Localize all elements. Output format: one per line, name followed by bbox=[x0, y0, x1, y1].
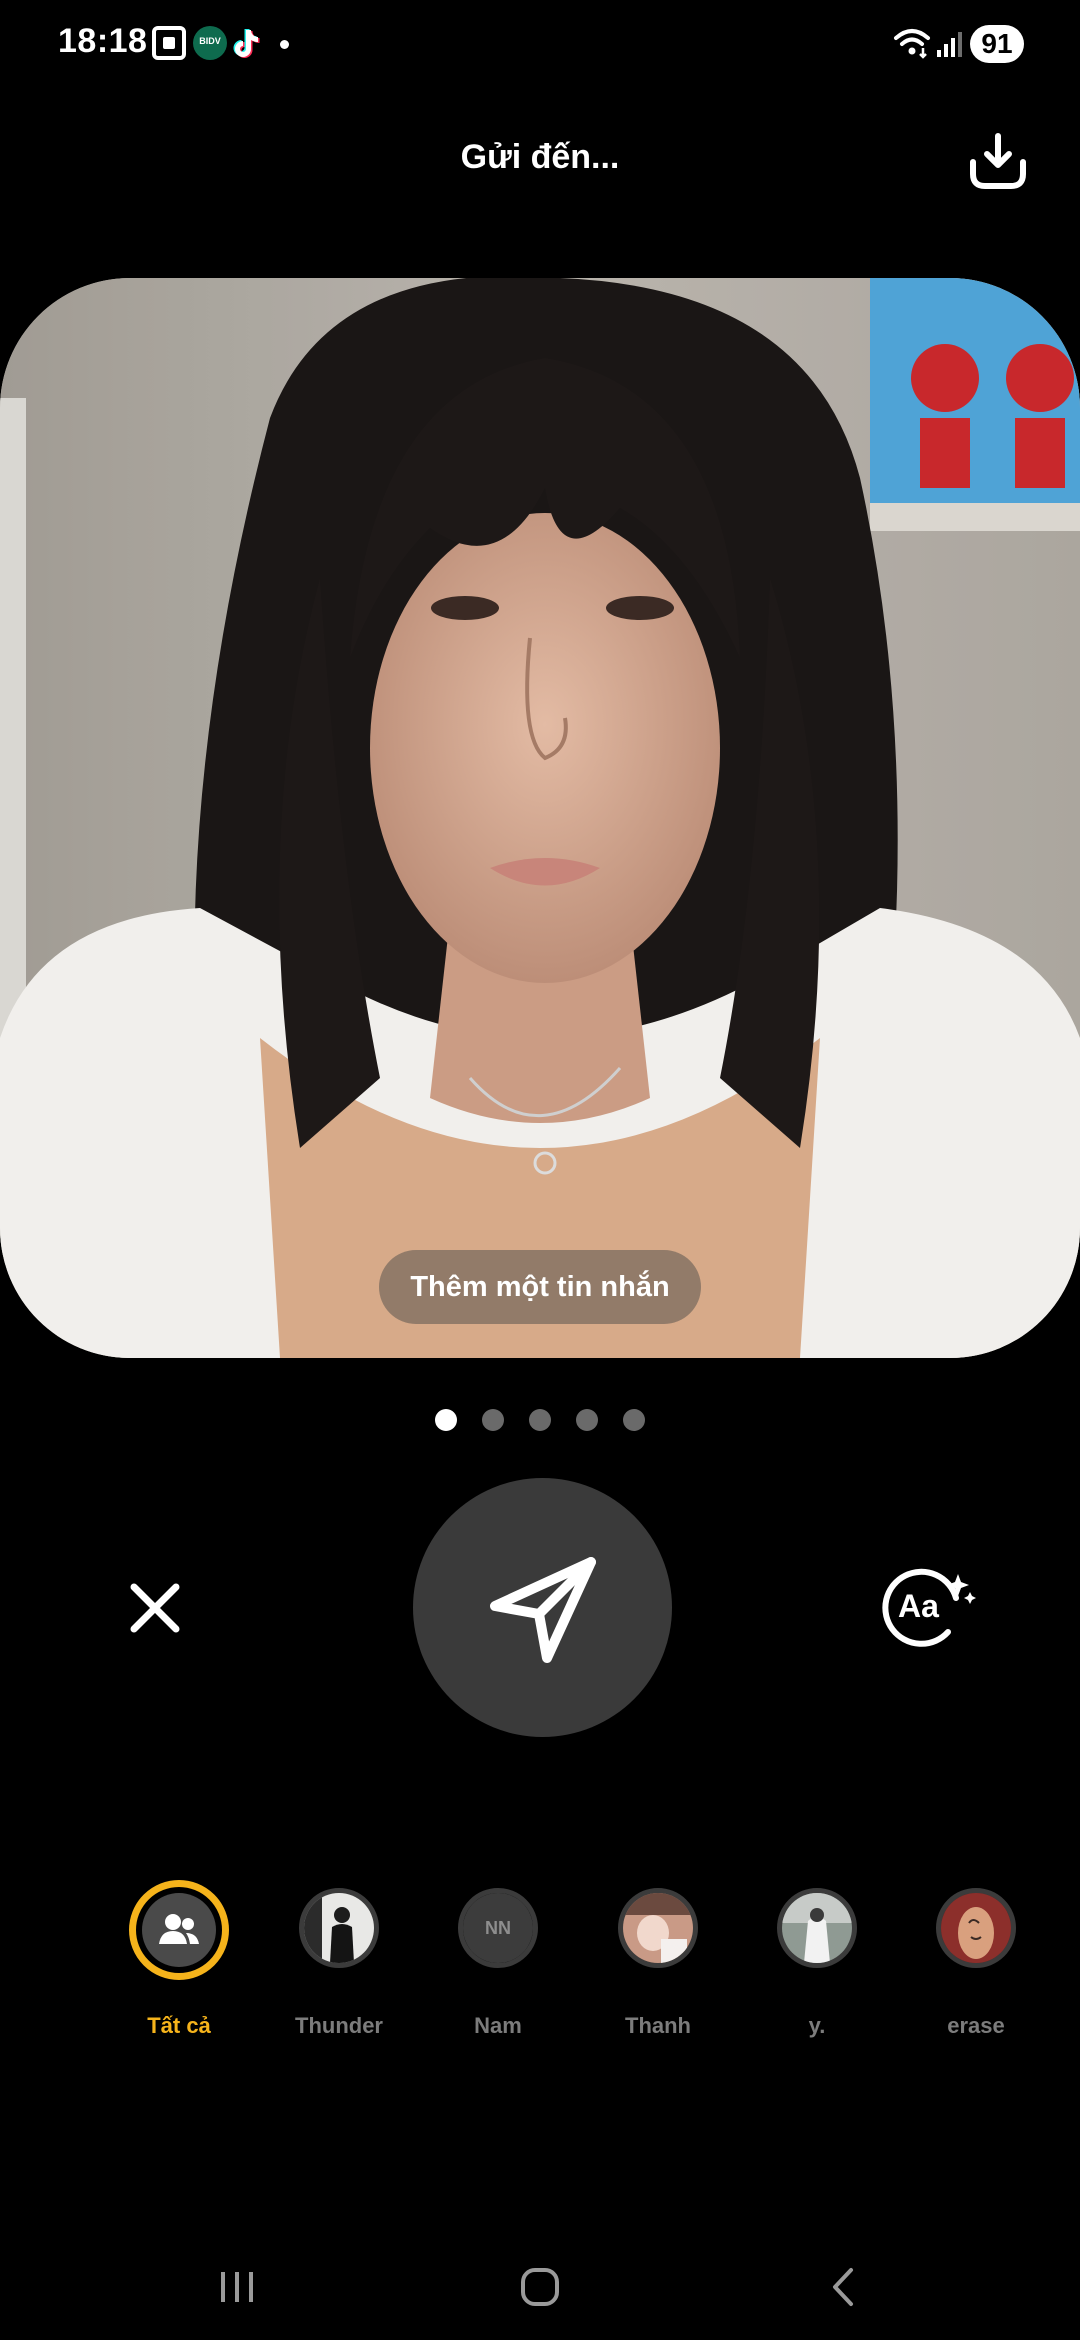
status-bar: 18:18 BIDV 91 bbox=[0, 0, 1080, 90]
recipient-nam[interactable]: NN Nam bbox=[428, 1888, 568, 2048]
recipient-name: Thunder bbox=[295, 2013, 383, 2038]
recipient-list: Tất cả Thunder NN Nam Thanh y. erase bbox=[0, 1880, 1080, 2048]
selfie-photo bbox=[0, 278, 1080, 1358]
home-icon[interactable] bbox=[510, 2262, 570, 2312]
recipient-all[interactable]: Tất cả bbox=[109, 1880, 249, 2048]
avatar-photo bbox=[782, 1893, 852, 1963]
page-dot-2[interactable] bbox=[482, 1409, 504, 1431]
recipient-erase[interactable]: erase bbox=[906, 1888, 1046, 2048]
recipient-thunder[interactable]: Thunder bbox=[269, 1888, 409, 2048]
avatar-initials: NN bbox=[463, 1893, 533, 1963]
screenshot-icon bbox=[152, 26, 186, 60]
text-effects-label: Aa bbox=[898, 1588, 939, 1624]
send-button[interactable] bbox=[413, 1478, 672, 1737]
page-dot-4[interactable] bbox=[576, 1409, 598, 1431]
notification-dot bbox=[280, 40, 289, 49]
page-dot-1[interactable] bbox=[435, 1409, 457, 1431]
download-icon[interactable] bbox=[965, 128, 1031, 194]
avatar bbox=[129, 1880, 229, 1980]
page-title: Gửi đến... bbox=[460, 138, 620, 176]
close-icon[interactable] bbox=[120, 1573, 190, 1643]
avatar bbox=[936, 1888, 1016, 1968]
avatar: NN bbox=[458, 1888, 538, 1968]
avatar bbox=[618, 1888, 698, 1968]
recipient-name: Nam bbox=[474, 2013, 522, 2038]
avatar-photo bbox=[623, 1893, 693, 1963]
recipient-name: Tất cả bbox=[147, 2013, 211, 2038]
avatar bbox=[299, 1888, 379, 1968]
page-dot-5[interactable] bbox=[623, 1409, 645, 1431]
recipient-name: erase bbox=[947, 2013, 1005, 2038]
signal-icon bbox=[937, 32, 962, 57]
back-icon[interactable] bbox=[813, 2262, 873, 2312]
navigation-bar bbox=[0, 2240, 1080, 2340]
photo-preview[interactable] bbox=[0, 278, 1080, 1358]
tiktok-icon bbox=[233, 29, 260, 58]
recents-icon[interactable] bbox=[207, 2262, 267, 2312]
bidv-app-icon: BIDV bbox=[193, 26, 227, 60]
status-time: 18:18 bbox=[58, 22, 148, 60]
recipient-name: Thanh bbox=[625, 2013, 691, 2038]
wifi-icon bbox=[894, 29, 930, 59]
recipient-y[interactable]: y. bbox=[747, 1888, 887, 2048]
page-dot-3[interactable] bbox=[529, 1409, 551, 1431]
send-icon bbox=[490, 1557, 596, 1663]
battery-icon: 91 bbox=[970, 25, 1024, 63]
recipient-thanh[interactable]: Thanh bbox=[588, 1888, 728, 2048]
recipient-name: y. bbox=[808, 2013, 826, 2038]
app-screen: 18:18 BIDV 91 Gửi đến... Thêm một tin nh… bbox=[0, 0, 1080, 2340]
avatar-photo bbox=[941, 1893, 1011, 1963]
text-effects-button[interactable]: Aa bbox=[878, 1568, 978, 1648]
avatar bbox=[777, 1888, 857, 1968]
bidv-app-label: BIDV bbox=[199, 36, 221, 46]
page-indicator bbox=[0, 1409, 1080, 1433]
group-icon bbox=[159, 1914, 199, 1944]
avatar-photo bbox=[304, 1893, 374, 1963]
message-input[interactable]: Thêm một tin nhắn bbox=[379, 1250, 701, 1324]
